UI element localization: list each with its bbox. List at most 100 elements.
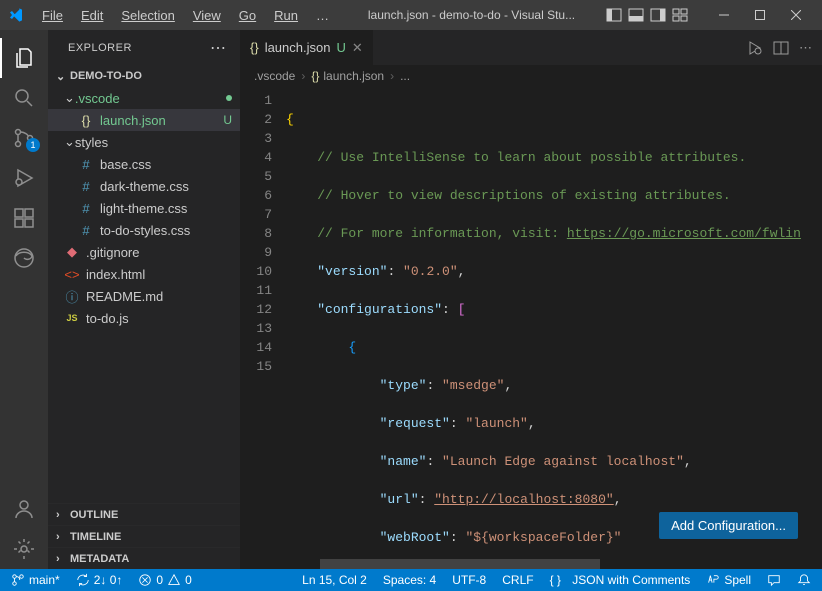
menu-more[interactable]: … <box>308 4 337 27</box>
toggle-primary-sidebar-icon[interactable] <box>606 7 622 23</box>
edge-icon <box>12 246 36 270</box>
activity-debug[interactable] <box>0 158 48 198</box>
activity-bar: 1 <box>0 30 48 569</box>
breadcrumb-symbol[interactable]: ... <box>400 69 410 83</box>
folder-styles[interactable]: ⌄ styles <box>48 131 240 153</box>
activity-edge-tools[interactable] <box>0 238 48 278</box>
braces-icon: { } <box>550 573 561 587</box>
menu-edit[interactable]: Edit <box>73 4 111 27</box>
css-file-icon: # <box>78 200 94 216</box>
status-branch[interactable]: main* <box>8 569 63 591</box>
html-file-icon: <> <box>64 266 80 282</box>
metadata-section-header[interactable]: › METADATA <box>48 547 240 569</box>
chevron-right-icon: › <box>56 509 70 521</box>
file-label: to-do.js <box>86 311 232 326</box>
warning-icon <box>167 573 181 587</box>
status-indentation[interactable]: Spaces: 4 <box>380 569 439 591</box>
window-minimize-button[interactable] <box>706 0 742 30</box>
menu-selection[interactable]: Selection <box>113 4 182 27</box>
folder-label: .vscode <box>75 91 222 106</box>
project-section-header[interactable]: ⌄ DEMO-TO-DO <box>48 65 240 87</box>
activity-scm[interactable]: 1 <box>0 118 48 158</box>
section-label: METADATA <box>70 553 129 565</box>
status-eol[interactable]: CRLF <box>499 569 536 591</box>
timeline-section-header[interactable]: › TIMELINE <box>48 525 240 547</box>
file-todo-js[interactable]: JS to-do.js <box>48 307 240 329</box>
window-title: launch.json - demo-to-do - Visual Stu... <box>341 8 602 22</box>
code-editor[interactable]: 123456789101112131415 { // Use IntelliSe… <box>240 87 822 559</box>
tab-close-icon[interactable]: ✕ <box>352 40 363 56</box>
status-cursor-position[interactable]: Ln 15, Col 2 <box>299 569 370 591</box>
toggle-panel-icon[interactable] <box>628 7 644 23</box>
css-file-icon: # <box>78 178 94 194</box>
outline-section-header[interactable]: › OUTLINE <box>48 503 240 525</box>
status-spell[interactable]: Spell <box>703 569 754 591</box>
line-number-gutter: 123456789101112131415 <box>240 87 286 559</box>
file-label: README.md <box>86 289 232 304</box>
activity-settings[interactable] <box>0 529 48 569</box>
editor-area: {} launch.json U ✕ ⋯ .vscode › {} launch… <box>240 30 822 569</box>
breadcrumbs[interactable]: .vscode › {} launch.json › ... <box>240 65 822 87</box>
file-base-css[interactable]: # base.css <box>48 153 240 175</box>
activity-accounts[interactable] <box>0 489 48 529</box>
file-launch-json[interactable]: {} launch.json U <box>48 109 240 131</box>
minimap[interactable] <box>810 87 822 559</box>
project-name: DEMO-TO-DO <box>70 70 142 82</box>
tab-bar: {} launch.json U ✕ ⋯ <box>240 30 822 65</box>
window-close-button[interactable] <box>778 0 814 30</box>
status-feedback[interactable] <box>764 569 784 591</box>
split-editor-icon[interactable] <box>773 40 789 56</box>
activity-extensions[interactable] <box>0 198 48 238</box>
branch-icon <box>11 573 25 587</box>
status-notifications[interactable] <box>794 569 814 591</box>
menu-run[interactable]: Run <box>266 4 306 27</box>
activity-explorer[interactable] <box>0 38 48 78</box>
file-todo-styles-css[interactable]: # to-do-styles.css <box>48 219 240 241</box>
file-dark-theme-css[interactable]: # dark-theme.css <box>48 175 240 197</box>
window-maximize-button[interactable] <box>742 0 778 30</box>
run-file-icon[interactable] <box>747 40 763 56</box>
section-label: OUTLINE <box>70 509 118 521</box>
file-gitignore[interactable]: ◆ .gitignore <box>48 241 240 263</box>
bell-icon <box>797 573 811 587</box>
customize-layout-icon[interactable] <box>672 7 688 23</box>
folder-label: styles <box>75 135 232 150</box>
file-index-html[interactable]: <> index.html <box>48 263 240 285</box>
menu-file[interactable]: File <box>34 4 71 27</box>
titlebar: File Edit Selection View Go Run … launch… <box>0 0 822 30</box>
code-content[interactable]: { // Use IntelliSense to learn about pos… <box>286 87 810 559</box>
menu-go[interactable]: Go <box>231 4 264 27</box>
menu-view[interactable]: View <box>185 4 229 27</box>
css-file-icon: # <box>78 156 94 172</box>
breadcrumb-file[interactable]: {} launch.json <box>311 69 384 83</box>
folder-vscode[interactable]: ⌄ .vscode <box>48 87 240 109</box>
gitignore-file-icon: ◆ <box>64 244 80 260</box>
chevron-right-icon: › <box>301 69 305 83</box>
file-readme-md[interactable]: ⓘ README.md <box>48 285 240 307</box>
tab-launch-json[interactable]: {} launch.json U ✕ <box>240 30 374 65</box>
toggle-secondary-sidebar-icon[interactable] <box>650 7 666 23</box>
status-sync[interactable]: 2↓ 0↑ <box>73 569 126 591</box>
chevron-right-icon: › <box>56 553 70 565</box>
section-label: TIMELINE <box>70 531 121 543</box>
activity-search[interactable] <box>0 78 48 118</box>
spell-icon <box>706 573 720 587</box>
tab-label: launch.json <box>265 40 331 55</box>
status-problems[interactable]: 0 0 <box>135 569 194 591</box>
search-icon <box>12 86 36 110</box>
horizontal-scrollbar[interactable] <box>240 559 822 569</box>
breadcrumb-folder[interactable]: .vscode <box>254 69 295 83</box>
modified-dot-icon <box>226 95 232 101</box>
chevron-right-icon: › <box>56 531 70 543</box>
feedback-icon <box>767 573 781 587</box>
status-language-mode[interactable]: { } JSON with Comments <box>547 569 694 591</box>
git-status: U <box>223 113 232 127</box>
editor-more-icon[interactable]: ⋯ <box>799 40 812 56</box>
gear-icon <box>12 537 36 561</box>
file-light-theme-css[interactable]: # light-theme.css <box>48 197 240 219</box>
add-configuration-button[interactable]: Add Configuration... <box>659 512 798 539</box>
js-file-icon: JS <box>64 310 80 326</box>
sidebar-more-icon[interactable]: ⋯ <box>210 38 228 58</box>
file-tree: ⌄ .vscode {} launch.json U ⌄ styles # ba… <box>48 87 240 503</box>
status-encoding[interactable]: UTF-8 <box>449 569 489 591</box>
